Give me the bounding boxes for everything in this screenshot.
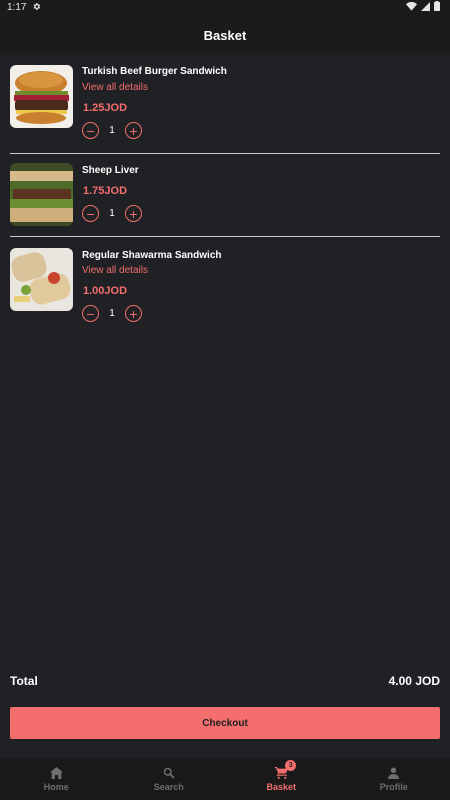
item-name: Regular Shawarma Sandwich [82,250,222,261]
status-time: 1:17 [7,2,27,13]
increase-button[interactable]: + [125,305,142,322]
quantity-stepper: − 1 + [82,305,142,322]
nav-basket[interactable]: 3 Basket [225,758,338,800]
increase-button[interactable]: + [125,122,142,139]
basket-list: Turkish Beef Burger Sandwich View all de… [0,55,450,338]
person-icon [387,766,401,780]
nav-search[interactable]: Search [113,758,226,800]
checkout-label: Checkout [202,717,248,729]
signal-icon [421,1,430,14]
item-image[interactable] [10,65,73,128]
nav-label: Home [43,782,69,792]
increase-button[interactable]: + [125,205,142,222]
basket-item: Regular Shawarma Sandwich View all detai… [0,238,450,338]
nav-profile[interactable]: Profile [338,758,450,800]
nav-label: Search [153,782,184,792]
search-icon [162,766,176,780]
item-image[interactable] [10,248,73,311]
settings-icon [32,2,41,14]
app-bar: Basket [0,15,450,55]
decrease-button[interactable]: − [82,205,99,222]
item-price: 1.25JOD [83,102,128,114]
page-title: Basket [203,27,247,43]
bottom-nav: Home Search 3 Basket Profile [0,758,450,800]
total-row: Total 4.00 JOD [10,674,440,688]
decrease-button[interactable]: − [82,305,99,322]
home-icon [49,766,63,780]
view-details-link[interactable]: View all details [82,265,148,276]
quantity-stepper: − 1 + [82,122,142,139]
nav-label: Profile [379,782,408,792]
status-bar: 1:17 [0,0,450,15]
cart-icon: 3 [274,760,297,780]
checkout-button[interactable]: Checkout [10,707,440,739]
divider [10,236,440,237]
minus-icon: − [86,122,95,139]
nav-home[interactable]: Home [0,758,113,800]
basket-item: Sheep Liver 1.75JOD − 1 + [0,154,450,238]
view-details-link[interactable]: View all details [82,82,148,93]
quantity-stepper: − 1 + [82,205,142,222]
minus-icon: − [86,205,95,222]
plus-icon: + [129,305,138,322]
basket-item: Turkish Beef Burger Sandwich View all de… [0,55,450,154]
item-name: Turkish Beef Burger Sandwich [82,66,227,77]
cart-badge: 3 [285,760,297,771]
total-label: Total [10,674,38,688]
decrease-button[interactable]: − [82,122,99,139]
plus-icon: + [129,122,138,139]
item-price: 1.00JOD [83,285,128,297]
wifi-icon [406,1,417,14]
item-name: Sheep Liver [82,165,139,176]
battery-icon [434,1,440,14]
nav-label: Basket [266,782,297,792]
item-quantity: 1 [109,308,115,319]
total-value: 4.00 JOD [388,674,440,688]
item-quantity: 1 [109,125,115,136]
item-quantity: 1 [109,208,115,219]
plus-icon: + [129,205,138,222]
item-price: 1.75JOD [83,185,128,197]
item-image[interactable] [10,163,73,226]
minus-icon: − [86,305,95,322]
